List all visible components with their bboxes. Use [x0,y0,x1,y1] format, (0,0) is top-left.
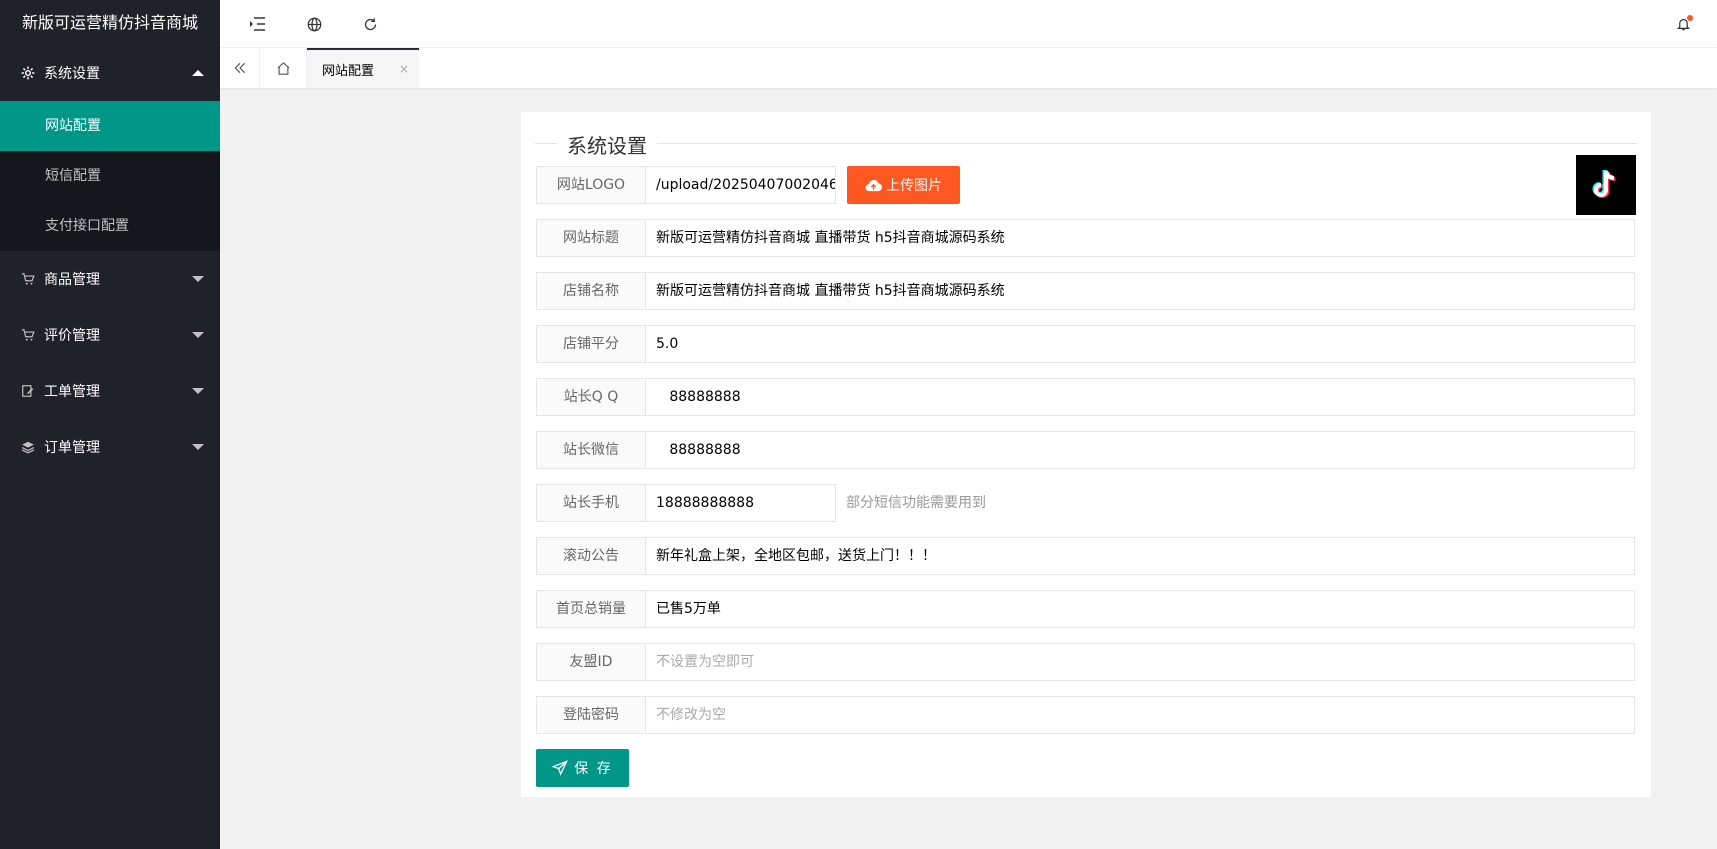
row-admin-qq: 站长Q Q 88888888 [536,378,1635,416]
close-icon[interactable]: × [399,62,409,76]
nav-group-reviews: 评价管理 [0,307,220,363]
cart-icon [20,327,36,343]
site-logo-input[interactable]: /upload/202504070020467698 [646,166,836,204]
bell-icon[interactable] [1663,0,1703,48]
label-admin-phone: 站长手机 [536,484,646,522]
row-admin-wechat: 站长微信 88888888 [536,431,1635,469]
nav-group-system-settings: 系统设置 网站配置 短信配置 支付接口配置 [0,45,220,251]
row-admin-phone: 站长手机 18888888888 部分短信功能需要用到 [536,484,986,522]
top-header [220,0,1717,48]
cloud-upload-icon [865,179,882,191]
nav-label: 商品管理 [44,272,100,288]
label-site-logo: 网站LOGO [536,166,646,204]
label-union-id: 友盟ID [536,643,646,681]
double-chevron-left-icon[interactable] [220,48,260,88]
save-label: 保 存 [574,761,613,777]
shop-name-input[interactable]: 新版可运营精仿抖音商城 直播带货 h5抖音商城源码系统 [646,272,1635,310]
nav-group-orders: 订单管理 [0,419,220,475]
login-password-input[interactable]: 不修改为空 [646,696,1635,734]
ticket-edit-icon [20,383,36,399]
row-shop-name: 店铺名称 新版可运营精仿抖音商城 直播带货 h5抖音商城源码系统 [536,272,1635,310]
label-home-sales: 首页总销量 [536,590,646,628]
app-logo-title: 新版可运营精仿抖音商城 [0,0,220,45]
shop-score-input[interactable]: 5.0 [646,325,1635,363]
logo-preview-image [1576,155,1636,215]
row-login-password: 登陆密码 不修改为空 [536,696,1635,734]
sidebar-item-site-config[interactable]: 网站配置 [0,101,220,151]
label-login-password: 登陆密码 [536,696,646,734]
chevron-down-icon [192,444,204,450]
form-legend: 系统设置 [535,122,1637,159]
chevron-down-icon [192,388,204,394]
row-shop-score: 店铺平分 5.0 [536,325,1635,363]
legend-divider [535,143,1637,144]
subnav-system-settings: 网站配置 短信配置 支付接口配置 [0,101,220,251]
phone-hint: 部分短信功能需要用到 [846,495,986,511]
union-id-input[interactable]: 不设置为空即可 [646,643,1635,681]
site-title-input[interactable]: 新版可运营精仿抖音商城 直播带货 h5抖音商城源码系统 [646,219,1635,257]
nav-label: 评价管理 [44,328,100,344]
save-button[interactable]: 保 存 [536,749,629,787]
row-site-title: 网站标题 新版可运营精仿抖音商城 直播带货 h5抖音商城源码系统 [536,219,1635,257]
chevron-down-icon [192,332,204,338]
sidebar-item-sms-config[interactable]: 短信配置 [0,151,220,201]
menu-collapse-icon[interactable] [230,0,286,48]
nav-group-tickets: 工单管理 [0,363,220,419]
tab-label: 网站配置 [322,63,375,79]
nav-label: 系统设置 [44,66,100,82]
home-sales-input[interactable]: 已售5万单 [646,590,1635,628]
nav-label: 订单管理 [44,440,100,456]
nav-group-products: 商品管理 [0,251,220,307]
label-scroll-notice: 滚动公告 [536,537,646,575]
label-shop-score: 店铺平分 [536,325,646,363]
label-site-title: 网站标题 [536,219,646,257]
admin-wechat-input[interactable]: 88888888 [646,431,1635,469]
nav-head-tickets[interactable]: 工单管理 [0,363,220,419]
refresh-icon[interactable] [342,0,398,48]
chevron-down-icon [192,276,204,282]
chevron-up-icon [192,70,204,76]
settings-card: 系统设置 网站LOGO /upload/202504070020467698 上… [521,112,1651,797]
row-site-logo: 网站LOGO /upload/202504070020467698 上传图片 [536,166,960,204]
admin-phone-input[interactable]: 18888888888 [646,484,836,522]
admin-qq-input[interactable]: 88888888 [646,378,1635,416]
globe-icon[interactable] [286,0,342,48]
home-icon[interactable] [260,48,307,88]
upload-image-button[interactable]: 上传图片 [847,166,960,204]
notification-dot [1687,15,1693,21]
label-shop-name: 店铺名称 [536,272,646,310]
label-admin-wechat: 站长微信 [536,431,646,469]
nav-label: 工单管理 [44,384,100,400]
scroll-notice-input[interactable]: 新年礼盒上架，全地区包邮，送货上门！！！ [646,537,1635,575]
label-admin-qq: 站长Q Q [536,378,646,416]
row-home-sales: 首页总销量 已售5万单 [536,590,1635,628]
tabs-bar: 网站配置 × [220,48,1717,88]
send-icon [552,760,569,776]
layers-icon [20,439,36,455]
nav-head-system-settings[interactable]: 系统设置 [0,45,220,101]
legend-title: 系统设置 [557,130,657,159]
row-scroll-notice: 滚动公告 新年礼盒上架，全地区包邮，送货上门！！！ [536,537,1635,575]
gear-icon [20,65,36,81]
upload-label: 上传图片 [886,178,942,194]
row-union-id: 友盟ID 不设置为空即可 [536,643,1635,681]
nav-head-orders[interactable]: 订单管理 [0,419,220,475]
nav-head-reviews[interactable]: 评价管理 [0,307,220,363]
sidebar-item-payment-config[interactable]: 支付接口配置 [0,201,220,251]
tab-site-config[interactable]: 网站配置 × [307,48,419,88]
nav-head-products[interactable]: 商品管理 [0,251,220,307]
cart-icon [20,271,36,287]
sidebar: 新版可运营精仿抖音商城 系统设置 网站配置 短信配置 支付接口配置 商品管理 评… [0,0,220,849]
